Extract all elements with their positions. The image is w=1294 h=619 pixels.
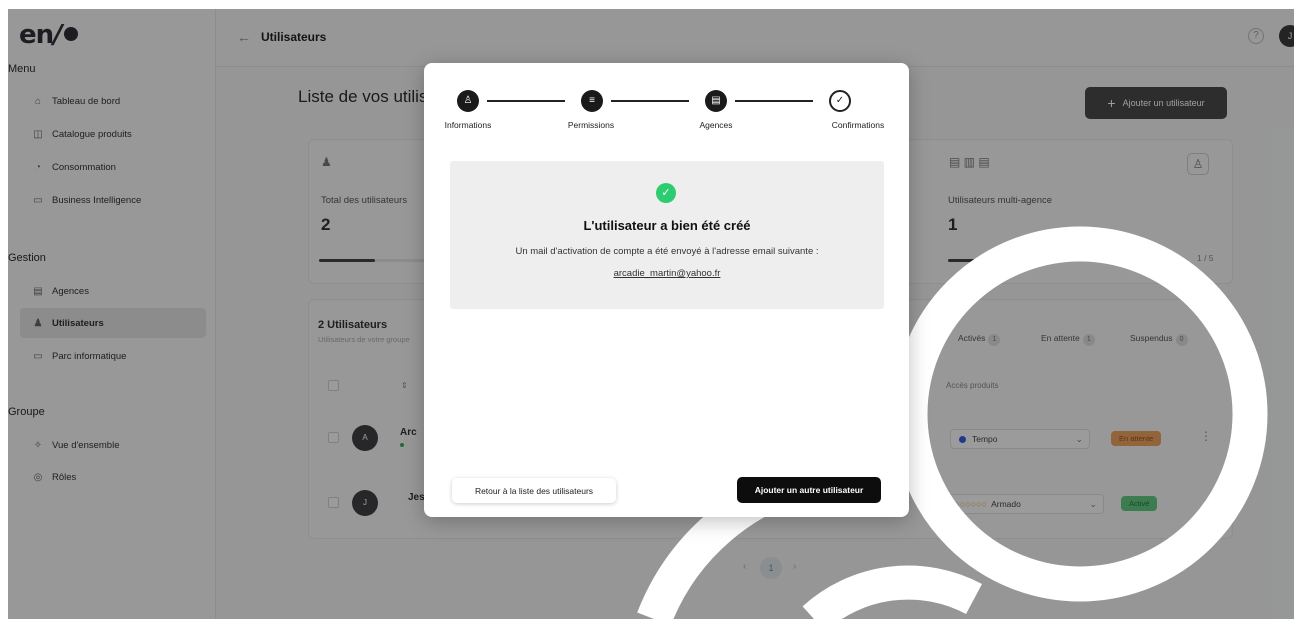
return-to-list-button[interactable]: Retour à la liste des utilisateurs bbox=[452, 478, 616, 503]
success-title: L'utilisateur a bien été créé bbox=[583, 218, 751, 233]
step-label-permissions: Permissions bbox=[567, 120, 615, 130]
user-icon: ♙ bbox=[457, 90, 479, 112]
step-label-informations: Informations bbox=[444, 120, 492, 130]
step-label-agences: Agences bbox=[699, 120, 733, 130]
step-connector bbox=[487, 100, 565, 102]
step-label-confirmations: Confirmations bbox=[831, 120, 885, 130]
add-another-user-button[interactable]: Ajouter un autre utilisateur bbox=[737, 477, 881, 503]
success-check-icon: ✓ bbox=[656, 183, 676, 203]
user-created-modal: ♙ ≡ ▤ ✓ Informations Permissions Agences… bbox=[424, 63, 909, 517]
document-icon: ▤ bbox=[705, 90, 727, 112]
white-arc-right bbox=[892, 226, 1268, 602]
step-connector bbox=[611, 100, 689, 102]
step-connector bbox=[735, 100, 813, 102]
check-circle-icon: ✓ bbox=[829, 90, 851, 112]
app-window: ensoen/ Menu ⌂ Tableau de bord ◫ Catalog… bbox=[8, 9, 1294, 619]
sliders-icon: ≡ bbox=[581, 90, 603, 112]
white-arc-bottom-right bbox=[802, 565, 982, 619]
success-email[interactable]: arcadie_martin@yahoo.fr bbox=[450, 268, 884, 279]
success-panel: ✓ L'utilisateur a bien été créé Un mail … bbox=[450, 161, 884, 309]
success-message: Un mail d'activation de compte a été env… bbox=[515, 246, 819, 257]
